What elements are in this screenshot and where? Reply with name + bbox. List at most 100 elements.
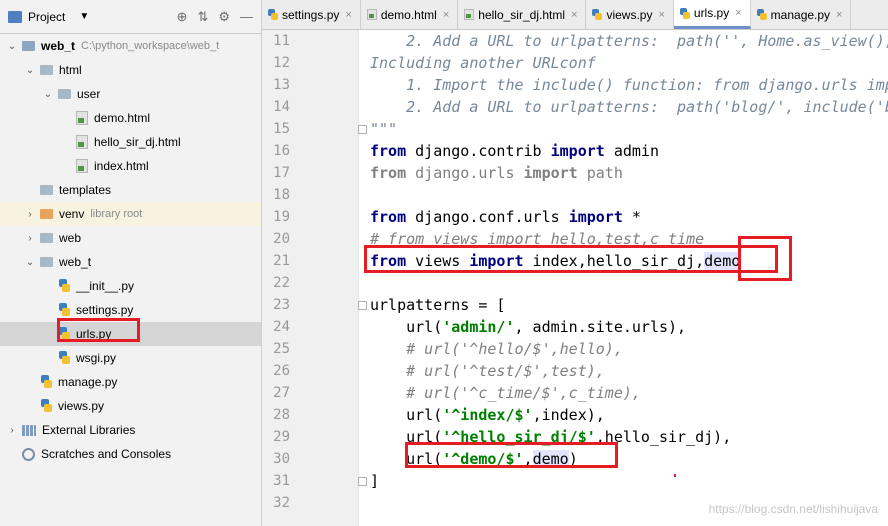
string-literal: '^index/$'	[442, 406, 533, 424]
html-file-icon	[76, 111, 88, 125]
tab-hello-sir-dj-html[interactable]: hello_sir_dj.html ×	[458, 0, 587, 29]
tree-item-label: web_t	[59, 255, 92, 269]
symbol: admin	[604, 142, 659, 160]
python-file-icon	[58, 351, 70, 365]
tree-item-label: web	[59, 231, 82, 245]
line-number: 22	[273, 275, 290, 291]
locate-icon[interactable]: ⊕	[177, 9, 188, 25]
close-icon[interactable]: ×	[443, 9, 449, 21]
line-number: 26	[273, 363, 290, 379]
tree-item-venv[interactable]: › venv library root	[0, 202, 261, 226]
folder-icon	[40, 257, 53, 267]
line-number: 19	[273, 209, 290, 225]
tree-item-user[interactable]: ⌄ user	[0, 82, 261, 106]
tree-item-label: templates	[59, 183, 112, 197]
folder-icon	[40, 65, 53, 75]
tab-label: manage.py	[770, 7, 831, 22]
code-line-14: 2. Add a URL to urlpatterns: path('blog/…	[406, 98, 888, 116]
code-line-15: """	[370, 120, 398, 138]
code-line-27: # url('^c_time/$',c_time),	[370, 384, 641, 402]
chevron-down-icon[interactable]: ▼	[79, 11, 89, 22]
tree-item--init-py[interactable]: __init__.py	[0, 274, 261, 298]
line-number: 20	[273, 231, 290, 247]
code-line-13: 1. Import the include() function: from d…	[406, 76, 888, 94]
tab-urls-py[interactable]: urls.py ×	[673, 0, 751, 29]
folder-icon	[22, 41, 35, 51]
string-literal: 'admin/'	[442, 318, 515, 336]
tab-label: settings.py	[282, 7, 340, 22]
scratch-icon	[22, 447, 35, 461]
chevron-down-icon[interactable]: ⌄	[24, 65, 36, 76]
tree-item-external-libraries[interactable]: › External Libraries	[0, 418, 261, 442]
project-panel-header: Project ▼ ⊕ ⇅ ⚙ —	[0, 0, 261, 34]
chevron-right-icon[interactable]: ›	[24, 209, 36, 220]
tree-item-scratches-and-consoles[interactable]: Scratches and Consoles	[0, 442, 261, 466]
tree-item-wsgi-py[interactable]: wsgi.py	[0, 346, 261, 370]
fold-marker-icon[interactable]	[358, 301, 367, 310]
code: url(	[370, 318, 443, 336]
project-panel-title[interactable]: Project	[28, 10, 65, 24]
tree-item-index-html[interactable]: index.html	[0, 154, 261, 178]
annotation-box-demo-import	[738, 236, 792, 281]
close-icon[interactable]: ×	[571, 9, 577, 21]
tree-item-demo-html[interactable]: demo.html	[0, 106, 261, 130]
code-line-12: Including another URLconf	[370, 54, 596, 72]
tab-settings-py[interactable]: settings.py ×	[262, 0, 361, 29]
chevron-down-icon[interactable]: ⌄	[42, 89, 54, 100]
line-number: 29	[273, 429, 290, 445]
tree-item-hello-sir-dj-html[interactable]: hello_sir_dj.html	[0, 130, 261, 154]
line-number: 32	[273, 495, 290, 511]
chevron-right-icon[interactable]: ›	[24, 233, 36, 244]
tab-label: demo.html	[380, 7, 437, 22]
close-icon[interactable]: ×	[345, 9, 351, 21]
code-line-26: # url('^test/$',test),	[370, 362, 605, 380]
python-file-icon	[756, 9, 767, 20]
close-icon[interactable]: ×	[658, 9, 664, 21]
keyword: import	[550, 142, 605, 160]
tab-demo-html[interactable]: demo.html ×	[361, 0, 459, 29]
line-number: 16	[273, 143, 290, 159]
tree-item-label: wsgi.py	[76, 351, 117, 365]
close-icon[interactable]: ×	[735, 7, 741, 19]
folder-icon	[40, 185, 53, 195]
line-number: 21	[273, 253, 290, 269]
line-number: 14	[273, 99, 290, 115]
annotation-box-urls	[57, 318, 140, 342]
tree-item-web-t[interactable]: ⌄ web_t C:\python_workspace\web_t	[0, 34, 261, 58]
line-number: 18	[273, 187, 290, 203]
collapse-all-icon[interactable]: ⇅	[197, 9, 208, 25]
tab-label: hello_sir_dj.html	[478, 7, 565, 22]
code-line-17: from django.urls import path	[370, 162, 623, 184]
code-line-25: # url('^hello/$',hello),	[370, 340, 623, 358]
python-file-icon	[58, 303, 70, 317]
tree-item-manage-py[interactable]: manage.py	[0, 370, 261, 394]
tab-views-py[interactable]: views.py ×	[586, 0, 674, 29]
tree-item-views-py[interactable]: views.py	[0, 394, 261, 418]
tree-item-label: demo.html	[94, 111, 151, 125]
tree-item-web-t[interactable]: ⌄ web_t	[0, 250, 261, 274]
project-icon	[8, 10, 22, 23]
tree-item-label: user	[77, 87, 101, 101]
python-file-icon	[40, 375, 52, 389]
chevron-down-icon[interactable]: ⌄	[24, 257, 36, 268]
line-number: 24	[273, 319, 290, 335]
close-icon[interactable]: ×	[836, 9, 842, 21]
line-number: 17	[273, 165, 290, 181]
tree-item-label: External Libraries	[42, 423, 136, 437]
chevron-down-icon[interactable]: ⌄	[6, 41, 18, 52]
gear-icon[interactable]: ⚙	[218, 9, 230, 25]
tree-item-html[interactable]: ⌄ html	[0, 58, 261, 82]
code: ,index),	[532, 406, 605, 424]
code: , admin.site.urls),	[514, 318, 687, 336]
line-number: 23	[273, 297, 290, 313]
code-line-11: 2. Add a URL to urlpatterns: path('', Ho…	[406, 32, 888, 50]
fold-marker-icon[interactable]	[358, 125, 367, 134]
tree-item-templates[interactable]: templates	[0, 178, 261, 202]
hide-icon[interactable]: —	[240, 9, 253, 25]
keyword: from	[370, 142, 407, 160]
fold-marker-icon[interactable]	[358, 477, 367, 486]
symbol: path	[577, 164, 623, 182]
chevron-right-icon[interactable]: ›	[6, 425, 18, 436]
tree-item-web[interactable]: › web	[0, 226, 261, 250]
tab-manage-py[interactable]: manage.py ×	[751, 0, 852, 29]
